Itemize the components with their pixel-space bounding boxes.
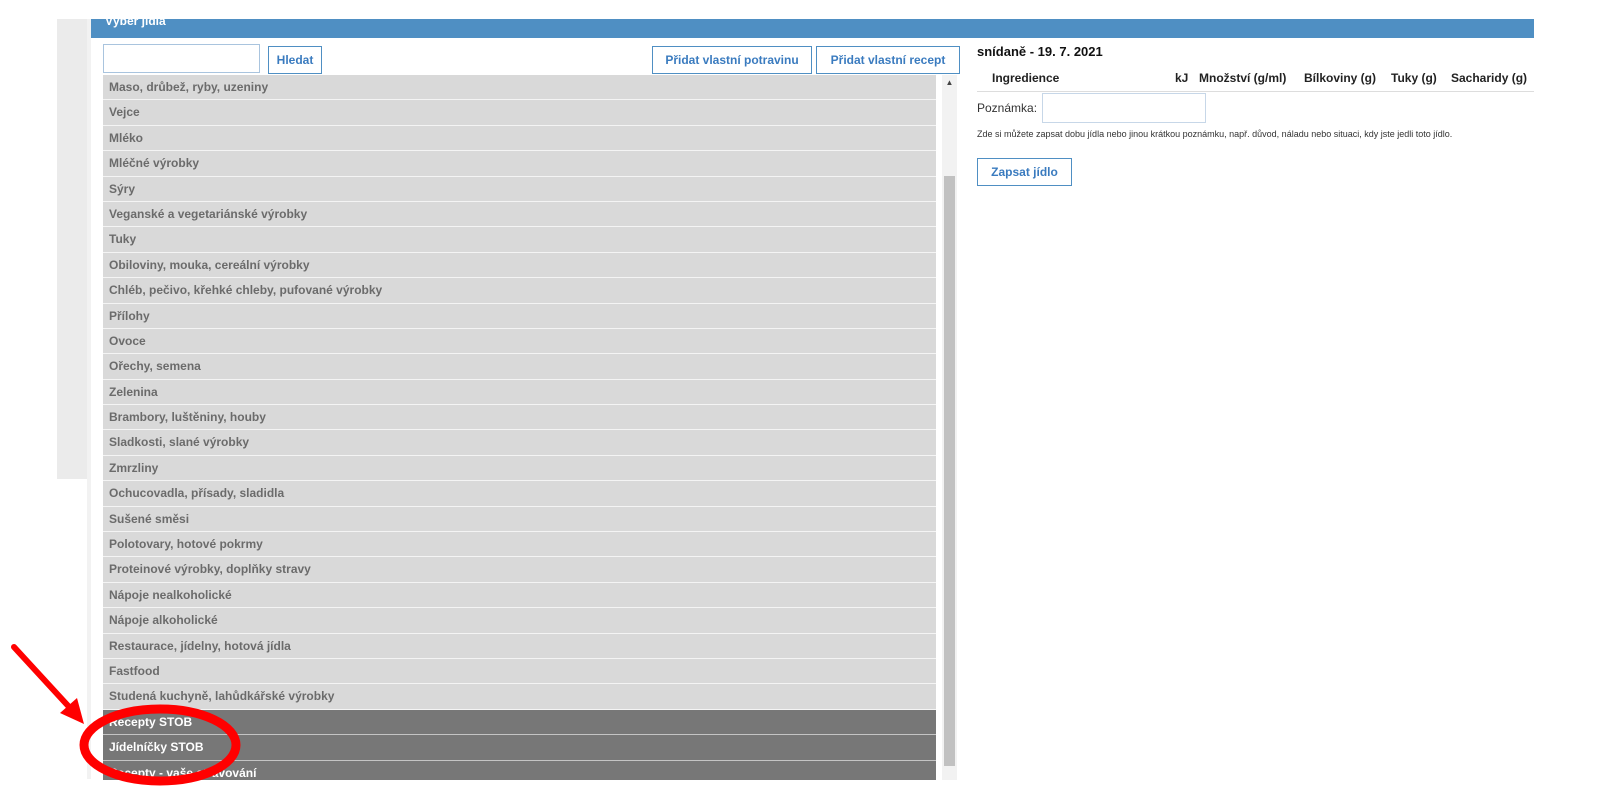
- category-item[interactable]: Přílohy: [103, 303, 936, 329]
- note-label: Poznámka:: [977, 101, 1038, 115]
- left-gray-strip: [57, 19, 87, 479]
- category-item[interactable]: Zelenina: [103, 379, 936, 406]
- category-list: Maso, drůbež, ryby, uzeniny Vejce Mléko …: [103, 75, 936, 780]
- category-item[interactable]: Zmrzliny: [103, 455, 936, 482]
- category-item[interactable]: Sladkosti, slané výrobky: [103, 430, 936, 456]
- category-item-recepty-stob[interactable]: Recepty STOB: [103, 709, 936, 736]
- category-item[interactable]: Brambory, luštěniny, houby: [103, 405, 936, 431]
- category-item[interactable]: Ochucovadla, přísady, sladidla: [103, 481, 936, 507]
- column-header-ingredience: Ingredience: [992, 71, 1060, 85]
- category-item[interactable]: Mléko: [103, 125, 936, 152]
- table-header-divider: [977, 91, 1534, 92]
- search-input[interactable]: [103, 44, 260, 73]
- save-meal-button[interactable]: Zapsat jídlo: [977, 158, 1072, 186]
- note-input[interactable]: [1042, 93, 1206, 123]
- add-custom-recipe-button[interactable]: Přidat vlastní recept: [816, 46, 960, 74]
- category-item[interactable]: Tuky: [103, 227, 936, 253]
- category-item[interactable]: Sušené směsi: [103, 506, 936, 533]
- add-custom-food-button[interactable]: Přidat vlastní potravinu: [652, 46, 812, 74]
- category-item[interactable]: Studená kuchyně, lahůdkářské výrobky: [103, 684, 936, 710]
- category-item-recepty-vase-stravovani[interactable]: Recepty - vaše stravování: [103, 760, 936, 780]
- category-item[interactable]: Ořechy, semena: [103, 354, 936, 380]
- note-help-text: Zde si můžete zapsat dobu jídla nebo jin…: [977, 129, 1453, 139]
- column-header-sacharidy: Sacharidy (g): [1451, 71, 1528, 85]
- category-item[interactable]: Nápoje alkoholické: [103, 608, 936, 634]
- search-button[interactable]: Hledat: [268, 46, 322, 74]
- annotation-arrowhead-icon: [60, 698, 84, 724]
- scroll-up-arrow-icon[interactable]: ▲: [942, 75, 957, 91]
- scroll-thumb[interactable]: [944, 176, 955, 766]
- column-header-mnozstvi: Množství (g/ml): [1199, 71, 1287, 85]
- category-item[interactable]: Vejce: [103, 100, 936, 126]
- category-item[interactable]: Maso, drůbež, ryby, uzeniny: [103, 75, 936, 101]
- category-item[interactable]: Mléčné výrobky: [103, 151, 936, 177]
- category-item[interactable]: Restaurace, jídelny, hotová jídla: [103, 633, 936, 659]
- annotation-arrow-icon: [11, 644, 74, 712]
- category-item[interactable]: Fastfood: [103, 658, 936, 685]
- category-item[interactable]: Chléb, pečivo, křehké chleby, pufované v…: [103, 278, 936, 304]
- category-item[interactable]: Sýry: [103, 176, 936, 202]
- category-item[interactable]: Obiloviny, mouka, cereální výrobky: [103, 252, 936, 279]
- panel-header: Výběr jídla: [91, 19, 1534, 38]
- category-item[interactable]: Polotovary, hotové pokrmy: [103, 532, 936, 558]
- category-scrollbar[interactable]: ▲: [942, 75, 957, 780]
- column-header-kj: kJ: [1175, 71, 1189, 85]
- column-header-tuky: Tuky (g): [1391, 71, 1437, 85]
- category-item[interactable]: Proteinové výrobky, doplňky stravy: [103, 557, 936, 583]
- category-item-jidelnicky-stob[interactable]: Jídelníčky STOB: [103, 735, 936, 761]
- category-item[interactable]: Nápoje nealkoholické: [103, 582, 936, 609]
- category-item[interactable]: Veganské a vegetariánské výrobky: [103, 201, 936, 228]
- category-item[interactable]: Ovoce: [103, 328, 936, 355]
- meal-title: snídaně - 19. 7. 2021: [977, 44, 1103, 59]
- column-header-bilkoviny: Bílkoviny (g): [1304, 71, 1377, 85]
